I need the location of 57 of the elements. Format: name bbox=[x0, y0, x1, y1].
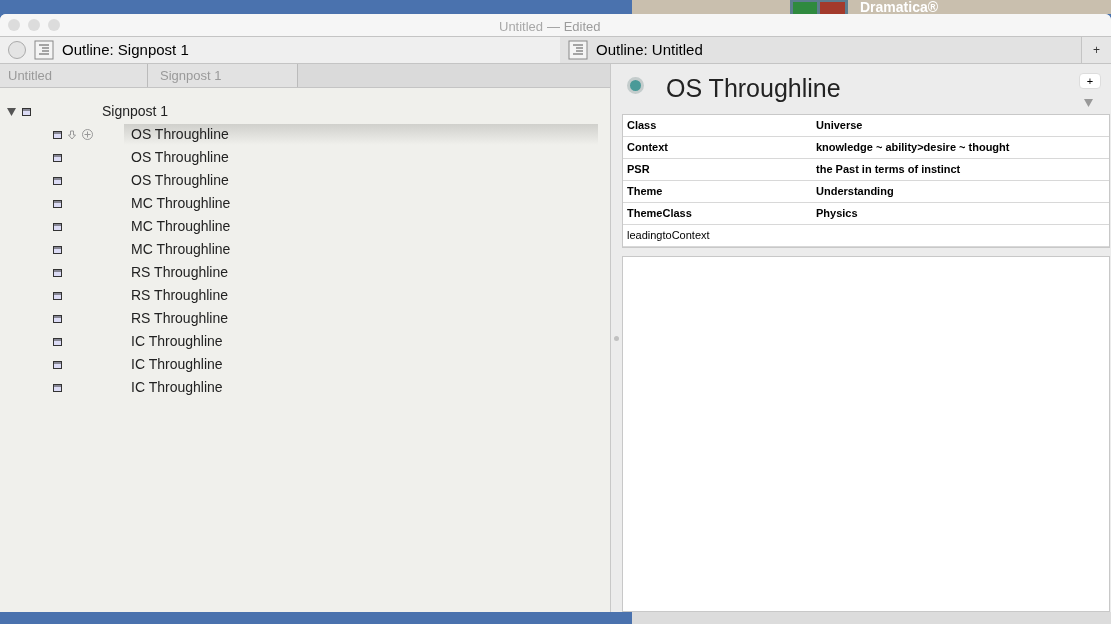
document-icon bbox=[568, 40, 588, 60]
property-name: ThemeClass bbox=[626, 206, 693, 222]
arrow-down-icon[interactable] bbox=[68, 129, 76, 140]
outline-row-title[interactable]: Signpost 1 bbox=[102, 101, 169, 122]
window-title: Untitled bbox=[499, 18, 544, 36]
property-value: the Past in terms of instinct bbox=[816, 162, 961, 178]
outline-row[interactable]: OS Throughline bbox=[124, 170, 229, 191]
zoom-button[interactable] bbox=[48, 19, 60, 31]
card-icon bbox=[53, 245, 62, 254]
edited-label: — Edited bbox=[547, 18, 601, 36]
property-name: Context bbox=[626, 140, 669, 156]
card-icon bbox=[53, 153, 62, 162]
property-value: Physics bbox=[816, 206, 858, 222]
document-icon bbox=[34, 40, 54, 60]
card-icon bbox=[53, 199, 62, 208]
logo-icon bbox=[790, 0, 848, 14]
outline-row[interactable]: RS Throughline bbox=[124, 262, 229, 283]
logo-text: Dramatica® bbox=[860, 0, 939, 14]
dropdown-triangle-icon[interactable] bbox=[1084, 99, 1093, 107]
tab[interactable]: Outline: Untitled bbox=[560, 37, 1081, 63]
card-icon bbox=[53, 383, 62, 392]
card-icon bbox=[53, 314, 62, 323]
add-button[interactable]: + bbox=[1079, 73, 1101, 89]
tab[interactable]: Outline: Signpost 1 bbox=[0, 37, 560, 63]
disclosure-triangle-icon[interactable] bbox=[7, 107, 16, 116]
card-icon bbox=[53, 130, 62, 139]
outline-row[interactable]: OS Throughline bbox=[124, 147, 229, 168]
property-value: Universe bbox=[816, 118, 863, 134]
property-name: Theme bbox=[626, 184, 664, 200]
outline-row[interactable]: RS Throughline bbox=[124, 285, 229, 306]
property-name: Class bbox=[626, 118, 658, 134]
property-name: PSR bbox=[626, 162, 651, 178]
minimize-button[interactable] bbox=[28, 19, 40, 31]
outline-row[interactable]: IC Throughline bbox=[124, 331, 223, 352]
card-icon bbox=[53, 291, 62, 300]
close-button[interactable] bbox=[8, 19, 20, 31]
outline-row[interactable]: MC Throughline bbox=[124, 193, 231, 214]
outline-row[interactable]: MC Throughline bbox=[124, 239, 231, 260]
outline-row[interactable]: RS Throughline bbox=[124, 308, 229, 329]
outline-row[interactable]: IC Throughline bbox=[124, 354, 223, 375]
add-tab-button[interactable]: + bbox=[1081, 37, 1111, 63]
card-icon bbox=[22, 107, 31, 116]
card-icon bbox=[53, 360, 62, 369]
card-icon bbox=[53, 222, 62, 231]
property-value: knowledge ~ ability>desire ~ thought bbox=[816, 140, 1010, 156]
plus-circle-icon[interactable] bbox=[82, 129, 93, 140]
outline-row[interactable]: MC Throughline bbox=[124, 216, 231, 237]
inspector-title: OS Throughline bbox=[666, 73, 841, 105]
card-icon bbox=[53, 337, 62, 346]
card-icon bbox=[53, 176, 62, 185]
text-area[interactable] bbox=[622, 256, 1110, 612]
property-value: Understanding bbox=[816, 184, 894, 200]
property-name: leadingtoContext bbox=[626, 228, 711, 244]
outline-row[interactable]: OS Throughline bbox=[124, 124, 598, 145]
outline-row[interactable]: IC Throughline bbox=[124, 377, 223, 398]
card-icon bbox=[53, 268, 62, 277]
splitter-handle[interactable] bbox=[613, 335, 619, 341]
